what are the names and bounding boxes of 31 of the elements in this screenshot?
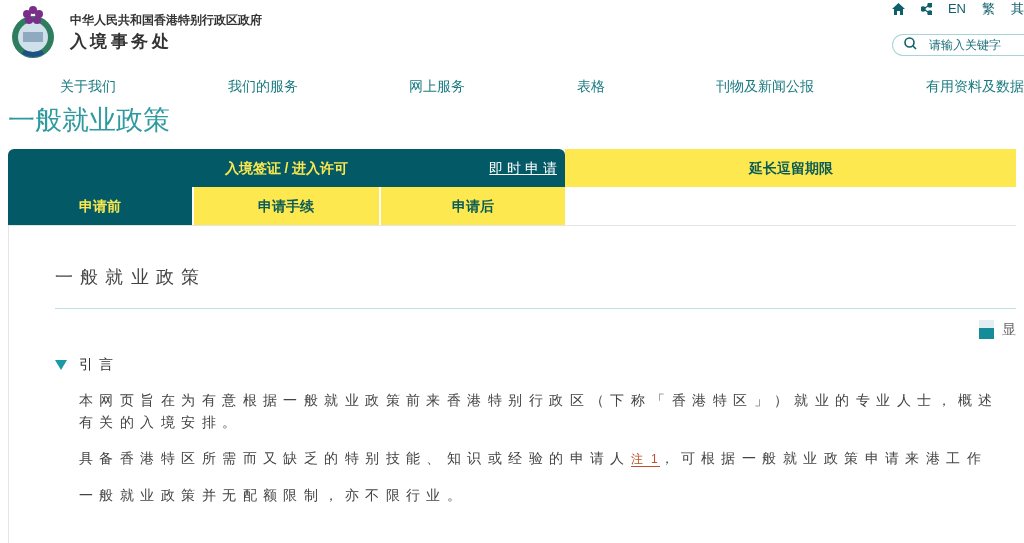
page-title: 一般就业政策 xyxy=(7,104,171,137)
body-paragraph: 一般就业政策并无配额限制，亦不限行业。 xyxy=(79,486,469,505)
category-tab[interactable]: 延长逗留期限 xyxy=(565,149,1016,187)
display-toggle-icon[interactable] xyxy=(979,320,994,339)
note-link[interactable]: 注 1 xyxy=(630,452,661,467)
department-name: 入境事务处 xyxy=(70,31,173,54)
nav-link[interactable]: 有用资料及数据 xyxy=(925,76,1024,97)
triangle-down-icon[interactable] xyxy=(55,359,67,370)
nav-link[interactable]: 网上服务 xyxy=(409,76,466,97)
body-paragraph: 本网页旨在为有意根据一般就业政策前来香港特别行政区（下称「香港特区」）就业的专业人士，概述有关的入境安排。 xyxy=(79,391,1000,432)
display-label[interactable]: 显 xyxy=(1002,319,1016,340)
body-paragraph: 具备香港特区所需而又缺乏的特别技能、知识或经验的申请人 注 1，可根据一般就业政策申请来港工作 xyxy=(79,449,989,469)
search-field[interactable]: 请输入关键字 xyxy=(892,34,1024,56)
step-tab[interactable]: 申请前 xyxy=(8,187,193,225)
language-link[interactable]: 繁 xyxy=(982,0,995,19)
home-icon[interactable] xyxy=(891,3,905,15)
language-link[interactable]: 其 xyxy=(1011,0,1024,19)
step-tab[interactable]: 申请手续 xyxy=(194,187,379,225)
nav-link[interactable]: 我们的服务 xyxy=(227,76,298,97)
nav-link[interactable]: 表格 xyxy=(576,76,605,97)
nav-link[interactable]: 关于我们 xyxy=(60,76,116,97)
category-tab[interactable]: 入境签证 / 进入许可 即 时 申 请 xyxy=(8,149,565,187)
step-tab[interactable]: 申请后 xyxy=(380,187,565,225)
section-title[interactable]: 引言 xyxy=(79,354,119,375)
government-name: 中华人民共和国香港特别行政区政府 xyxy=(70,12,262,30)
share-icon[interactable] xyxy=(920,3,932,15)
search-icon xyxy=(904,37,917,50)
apply-now-link[interactable]: 即 时 申 请 xyxy=(489,157,557,179)
nav-link[interactable]: 刊物及新闻公报 xyxy=(716,76,815,97)
language-link[interactable]: EN xyxy=(947,0,966,19)
content-heading: 一般就业政策 xyxy=(55,266,208,289)
